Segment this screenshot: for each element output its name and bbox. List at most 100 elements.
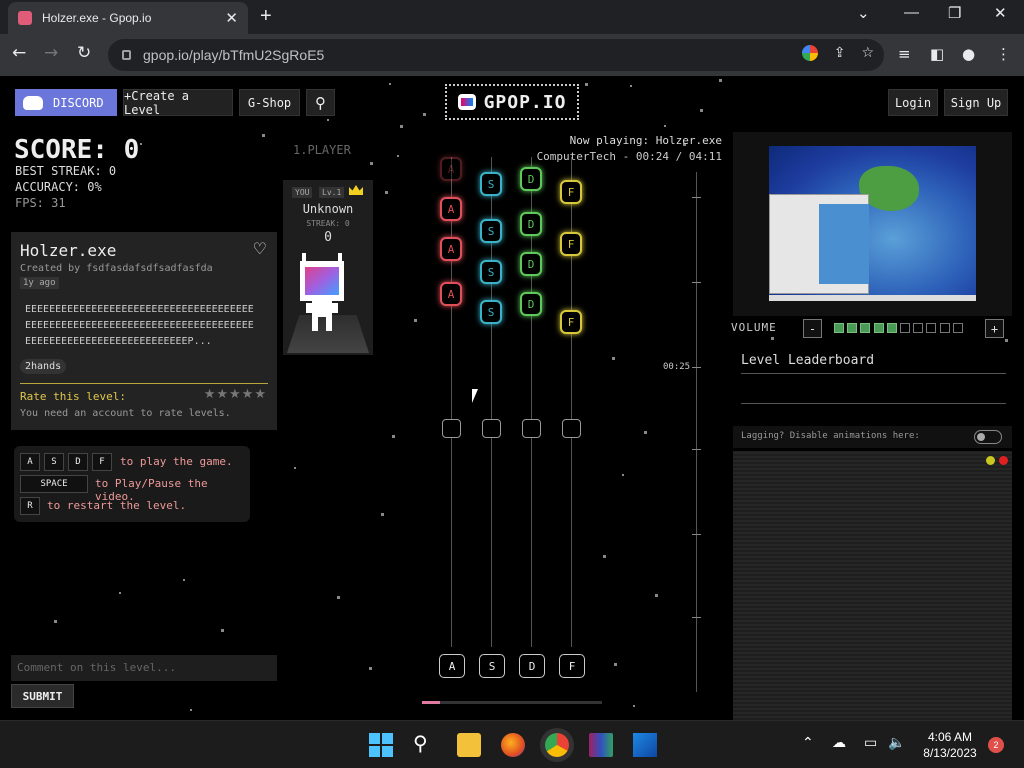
cloud-icon[interactable]: ☁ <box>832 735 846 751</box>
volume-segment[interactable] <box>900 323 910 333</box>
profile-icon[interactable]: ● <box>962 45 975 63</box>
close-tab-icon[interactable]: ✕ <box>225 9 238 27</box>
star <box>381 513 384 516</box>
disable-animations-toggle[interactable] <box>974 430 1002 444</box>
show-hidden-icons[interactable]: ⌃ <box>802 735 814 751</box>
star <box>119 592 121 594</box>
rating-stars[interactable]: ★★★★★ <box>204 387 267 402</box>
comment-input[interactable]: Comment on this level... <box>11 655 277 681</box>
windows-start-icon[interactable] <box>369 733 393 757</box>
level-creator[interactable]: Created by fsdfasdafsdfsadfasfda <box>20 263 213 274</box>
song-progress-bar[interactable] <box>422 701 602 704</box>
chat-panel[interactable] <box>733 451 1012 720</box>
back-icon[interactable]: ← <box>12 43 26 63</box>
hit-key-a[interactable]: A <box>439 654 465 678</box>
star <box>221 629 224 632</box>
volume-segment[interactable] <box>939 323 950 333</box>
login-button[interactable]: Login <box>888 89 938 116</box>
level-tag[interactable]: 2hands <box>20 359 67 374</box>
volume-segment[interactable] <box>886 323 897 333</box>
red-dot-icon[interactable] <box>999 456 1008 465</box>
side-panel-icon[interactable]: ◧ <box>930 45 944 63</box>
network-icon[interactable]: ▭ <box>864 735 877 751</box>
logo-text: GPOP.IO <box>483 91 567 113</box>
star <box>585 83 588 86</box>
reload-icon[interactable]: ↻ <box>77 43 91 63</box>
robot-avatar-icon <box>300 253 344 331</box>
volume-segment[interactable] <box>860 323 871 333</box>
create-level-button[interactable]: +Create a Level <box>123 89 233 117</box>
volume-segment[interactable] <box>913 323 924 333</box>
volume-tray-icon[interactable]: 🔈 <box>888 735 905 751</box>
player-score: 0 <box>324 230 332 245</box>
volume-segment[interactable] <box>847 323 858 333</box>
note-f: F <box>560 180 582 204</box>
key-f: F <box>92 453 112 471</box>
bookmark-star-icon[interactable]: ☆ <box>861 45 874 61</box>
video-player[interactable] <box>733 132 1012 316</box>
new-tab-icon[interactable]: + <box>260 5 272 28</box>
star <box>414 319 417 322</box>
taskbar-clock[interactable]: 4:06 AM 8/13/2023 <box>912 729 988 761</box>
minimize-icon[interactable]: — <box>904 4 919 21</box>
notification-badge[interactable]: 2 <box>988 737 1004 753</box>
winrar-icon[interactable] <box>589 733 613 757</box>
volume-up-button[interactable]: + <box>985 319 1004 338</box>
gpop-logo[interactable]: GPOP.IO <box>445 84 579 120</box>
note-s: S <box>480 172 502 196</box>
note-d: D <box>520 167 542 191</box>
note-a: A <box>440 197 462 221</box>
media-icon[interactable]: ≡ <box>898 45 911 63</box>
hit-key-f[interactable]: F <box>559 654 585 678</box>
favicon-icon <box>18 11 32 25</box>
address-bar[interactable]: gpop.io/play/bTfmU2SgRoE5 ⇪ ☆ <box>108 39 884 71</box>
search-icon[interactable]: ⚲ <box>306 89 335 116</box>
timeline-tick <box>692 197 701 198</box>
file-explorer-icon[interactable] <box>457 733 481 757</box>
google-icon[interactable] <box>801 45 818 61</box>
browser-tab[interactable]: Holzer.exe - Gpop.io ✕ <box>8 2 248 34</box>
close-window-icon[interactable]: ✕ <box>994 4 1007 22</box>
lane-f <box>571 157 572 647</box>
star <box>1005 339 1008 342</box>
target-f <box>562 419 581 438</box>
firefox-icon[interactable] <box>501 733 525 757</box>
restore-icon[interactable]: ❐ <box>948 4 961 22</box>
signup-button[interactable]: Sign Up <box>944 89 1008 116</box>
tab-search-icon[interactable]: ⌄ <box>857 4 870 22</box>
note-f: F <box>560 310 582 334</box>
volume-label: VOLUME <box>731 321 777 334</box>
accuracy: ACCURACY: 0% <box>15 180 102 194</box>
star <box>630 85 632 87</box>
hit-key-s[interactable]: S <box>479 654 505 678</box>
volume-segment[interactable] <box>873 323 884 333</box>
submit-button[interactable]: SUBMIT <box>11 684 74 708</box>
timeline-tick <box>692 617 701 618</box>
chrome-icon[interactable] <box>545 733 569 757</box>
menu-icon[interactable]: ⋮ <box>996 45 1011 63</box>
video-window-2 <box>819 204 869 284</box>
gshop-button[interactable]: G-Shop <box>239 89 300 116</box>
lock-icon <box>122 50 131 60</box>
vs-code-icon[interactable] <box>633 733 657 757</box>
discord-button[interactable]: DISCORD <box>15 89 117 116</box>
volume-segment[interactable] <box>926 323 937 333</box>
volume-segment[interactable] <box>952 323 963 333</box>
star <box>612 357 615 360</box>
star <box>190 709 192 711</box>
now-playing-info: ComputerTech - 00:24 / 04:11 <box>536 150 722 163</box>
yellow-dot-icon[interactable] <box>986 456 995 465</box>
you-badge: YOU <box>292 187 313 198</box>
note-d: D <box>520 292 542 316</box>
volume-down-button[interactable]: - <box>803 319 822 338</box>
search-taskbar-icon[interactable]: ⚲ <box>413 731 437 755</box>
star <box>664 125 666 127</box>
note-a: A <box>440 237 462 261</box>
forward-icon[interactable]: → <box>44 43 58 63</box>
volume-segment[interactable] <box>834 323 844 333</box>
browser-toolbar: ← → ↻ gpop.io/play/bTfmU2SgRoE5 ⇪ ☆ ≡ ◧ … <box>0 34 1024 76</box>
star <box>389 83 391 85</box>
hit-key-d[interactable]: D <box>519 654 545 678</box>
heart-icon[interactable]: ♡ <box>253 239 267 258</box>
share-icon[interactable]: ⇪ <box>834 45 846 61</box>
